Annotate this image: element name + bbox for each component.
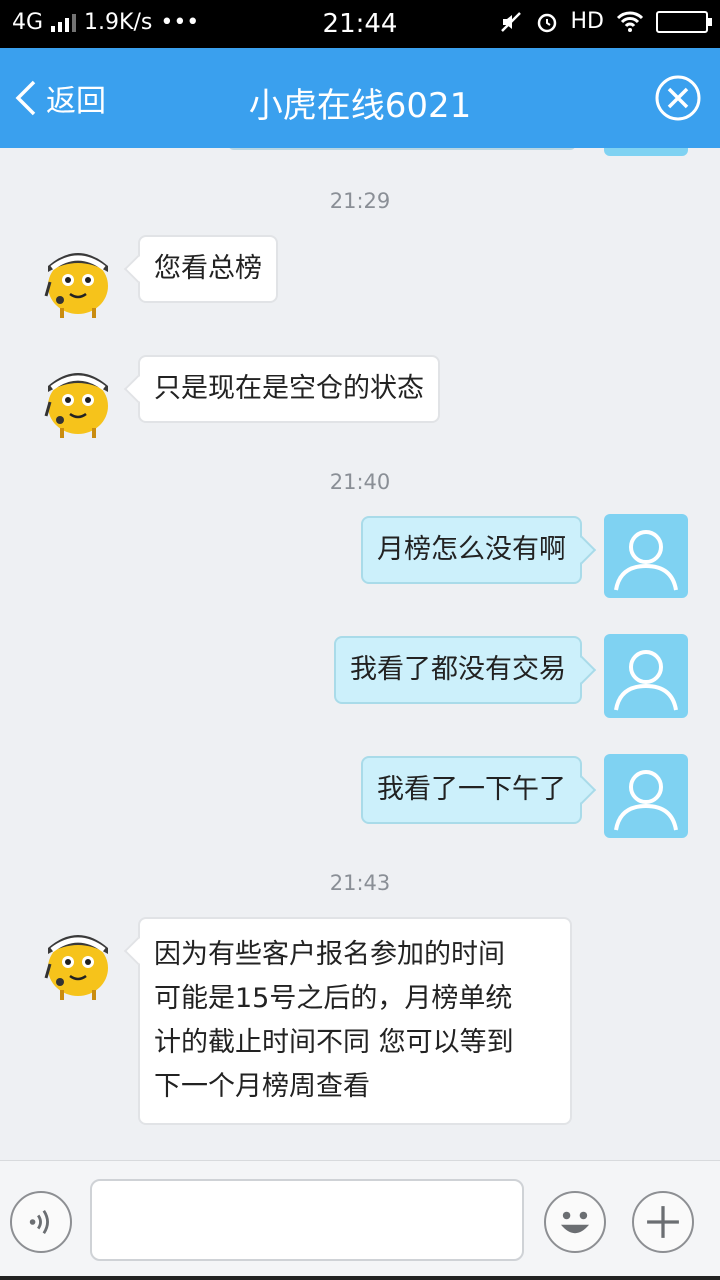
message-line: 可能是15号之后的，月榜单统	[154, 983, 513, 1014]
user-silhouette-icon[interactable]	[604, 514, 688, 598]
battery-icon	[656, 10, 712, 33]
timestamp: 21:43	[329, 871, 391, 895]
message-bubble-outgoing[interactable]: 我看了一下午了	[361, 756, 582, 824]
chat-title: 小虎在线6021	[248, 86, 472, 126]
message-line: 下一个月榜周查看	[154, 1071, 370, 1102]
chat-area[interactable]: 21:29 您看总榜 只是现在是空仓的状态 21:40 月榜怎么没有啊 我看了都…	[0, 148, 720, 1160]
message-bubble-outgoing[interactable]: 我看了都没有交易	[334, 636, 582, 704]
alarm-icon	[537, 13, 556, 32]
tiger-mascot-icon[interactable]	[38, 238, 118, 318]
partial-bubble	[228, 148, 576, 150]
message-line: 计的截止时间不同 您可以等到	[154, 1027, 514, 1058]
nav-bar: 返回 小虎在线6021	[0, 48, 720, 148]
tiger-mascot-icon[interactable]	[38, 358, 118, 438]
nav-gesture-bar	[0, 1276, 720, 1280]
status-right: HD	[499, 9, 712, 34]
input-bar	[0, 1160, 720, 1280]
message-bubble-incoming[interactable]: 只是现在是空仓的状态	[138, 355, 440, 423]
timestamp: 21:29	[329, 189, 391, 213]
close-icon[interactable]	[654, 74, 702, 122]
user-silhouette-icon[interactable]	[604, 754, 688, 838]
message-bubble-incoming[interactable]: 因为有些客户报名参加的时间 可能是15号之后的，月榜单统 计的截止时间不同 您可…	[138, 917, 572, 1125]
user-silhouette-icon[interactable]	[604, 634, 688, 718]
plus-icon[interactable]	[632, 1191, 694, 1253]
voice-wave-icon[interactable]	[10, 1191, 72, 1253]
partial-avatar	[604, 148, 688, 156]
status-bar: 4G 1.9K/s ••• 21:44 HD	[0, 0, 720, 48]
wifi-icon	[616, 11, 644, 32]
hd-badge: HD	[570, 9, 604, 34]
timestamp: 21:40	[329, 470, 391, 494]
message-input[interactable]	[90, 1179, 524, 1261]
message-line: 因为有些客户报名参加的时间	[154, 939, 505, 970]
mute-icon	[500, 11, 521, 32]
message-bubble-outgoing[interactable]: 月榜怎么没有啊	[361, 516, 582, 584]
message-bubble-incoming[interactable]: 您看总榜	[138, 235, 278, 303]
smiley-icon[interactable]	[544, 1191, 606, 1253]
tiger-mascot-icon[interactable]	[38, 920, 118, 1000]
